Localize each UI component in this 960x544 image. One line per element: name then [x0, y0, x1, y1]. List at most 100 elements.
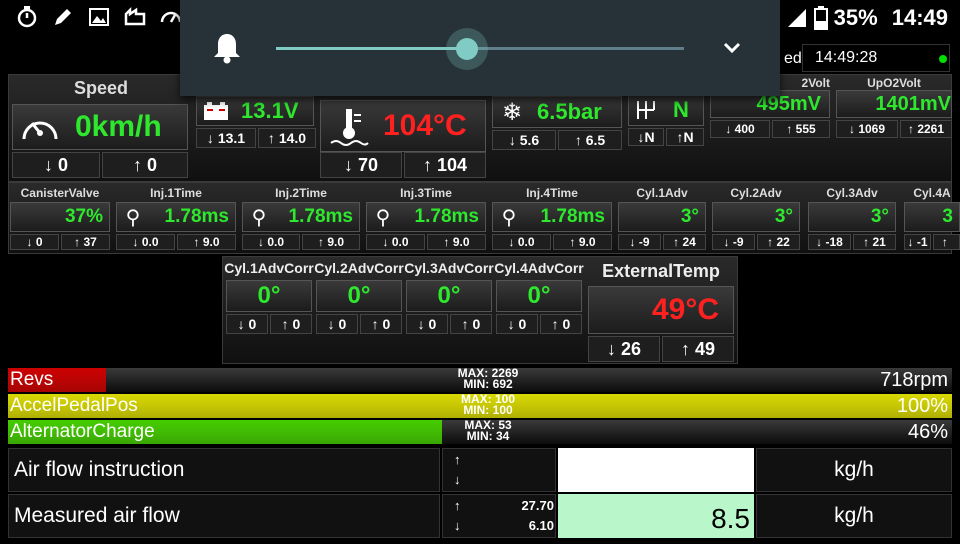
row3-value: 0°	[437, 282, 461, 309]
row2-gauge[interactable]: ⚲ 1.78ms	[242, 202, 360, 232]
row2-gauge[interactable]: 3°	[808, 202, 896, 232]
table-minmax: 27.70 6.10	[521, 498, 554, 533]
upo2volt-max: ↑ 2261	[900, 120, 952, 138]
coolant-gauge[interactable]: 104°C	[320, 100, 486, 152]
row2-value: 3°	[870, 206, 889, 227]
stopwatch-icon	[17, 6, 37, 28]
battery-max: ↑ 14.0	[258, 128, 316, 148]
row2-label: CanisterValve	[20, 186, 100, 200]
injector-icon: ⚲	[375, 206, 391, 229]
row2-gauge[interactable]: ⚲ 1.78ms	[492, 202, 612, 232]
row2-max: ↑ 24	[663, 234, 706, 250]
row2-gauge[interactable]: 3°	[712, 202, 800, 232]
row3-max: ↑ 0	[360, 314, 402, 334]
car-battery-icon	[204, 102, 228, 120]
external-temp-gauge[interactable]: 49°C	[588, 286, 734, 334]
external-temp-value: 49°C	[651, 293, 719, 326]
row3-label: Cyl.3AdvCorr	[404, 260, 494, 276]
coolant-value: 104°C	[383, 109, 467, 142]
row2-gauge[interactable]: 3°	[618, 202, 706, 232]
injector-icon: ⚲	[125, 206, 141, 229]
row3-gauge[interactable]: 0°	[406, 280, 492, 312]
row2-label: Cyl.4A	[913, 186, 951, 200]
row3-gauge[interactable]: 0°	[496, 280, 582, 312]
battery-status-icon	[813, 6, 828, 30]
gear-value: N	[673, 97, 689, 122]
row3-min: ↓ 0	[496, 314, 538, 334]
table-row-label: Air flow instruction	[14, 458, 185, 481]
row3-gauge[interactable]: 0°	[226, 280, 312, 312]
row2-gauge[interactable]: ⚲ 1.78ms	[116, 202, 236, 232]
row2-min: ↓ -18	[808, 234, 851, 250]
connection-indicator	[939, 55, 947, 63]
volume-track-active	[276, 47, 466, 50]
row2-value: 37%	[64, 206, 103, 227]
upo2volt-gauge[interactable]: 1401mV	[836, 90, 952, 118]
gear-gauge[interactable]: N	[628, 94, 704, 126]
row2-gauge[interactable]: ⚲ 1.78ms	[366, 202, 486, 232]
ac-pressure-min: ↓ 5.6	[492, 130, 556, 150]
volume-slider-thumb[interactable]	[456, 38, 478, 60]
volume-panel[interactable]	[180, 0, 780, 96]
bar-name: AccelPedalPos	[10, 395, 138, 416]
row3-max: ↑ 0	[450, 314, 492, 334]
bar-gauge[interactable]: AccelPedalPos MAX: 100 MIN: 100 100%	[8, 392, 952, 418]
status-right: 35% 14:49	[786, 4, 948, 32]
row3-label: Cyl.2AdvCorr	[314, 260, 404, 276]
gear-max: ↑ N	[666, 128, 704, 146]
row2-min: ↓ -9	[618, 234, 661, 250]
row3-value: 0°	[347, 282, 371, 309]
table-row-label: Measured air flow	[14, 504, 180, 527]
row3-label: Cyl.4AdvCorr	[494, 260, 584, 276]
row3-max: ↑ 0	[540, 314, 582, 334]
row2-min: ↓ -1	[904, 234, 931, 250]
row2-gauge[interactable]: 37%	[10, 202, 110, 232]
speed-gauge[interactable]: 0km/h	[12, 104, 188, 150]
row3-value: 0°	[527, 282, 551, 309]
bar-gauge[interactable]: Revs MAX: 2269 MIN: 692 718rpm	[8, 366, 952, 392]
row2-max: ↑ 9.0	[177, 234, 236, 250]
row2-value: 3°	[680, 206, 699, 227]
table-value-cell: 8.5	[558, 494, 754, 538]
image-icon	[89, 8, 109, 26]
app-icon	[124, 6, 146, 26]
upo2volt-value: 1401mV	[875, 92, 951, 115]
battery-gauge[interactable]: 13.1V	[196, 96, 314, 126]
updated-time-box: 14:49:28	[802, 44, 950, 72]
row2-min: ↓ 0	[10, 234, 59, 250]
row2-max: ↑ 9.0	[302, 234, 360, 250]
row2-min: ↓ 0.0	[242, 234, 300, 250]
speed-value: 0km/h	[75, 110, 162, 143]
row2-label: Cyl.1Adv	[636, 186, 688, 200]
row2-label: Inj.1Time	[150, 186, 202, 200]
speedometer-icon	[22, 121, 58, 140]
ac-pressure-value: 6.5bar	[537, 99, 602, 124]
table-unit: kg/h	[834, 504, 874, 527]
row2-label: Inj.3Time	[400, 186, 452, 200]
bell-icon[interactable]	[212, 32, 242, 64]
speedometer-icon	[160, 11, 182, 23]
row3-min: ↓ 0	[406, 314, 448, 334]
chevron-down-icon[interactable]	[722, 40, 742, 56]
row2-gauge[interactable]: 3	[904, 202, 960, 232]
bar-gauge[interactable]: AlternatorCharge MAX: 53 MIN: 34 46%	[8, 419, 952, 444]
row3-min: ↓ 0	[316, 314, 358, 334]
updated-time: 14:49:28	[815, 49, 878, 66]
ac-pressure-gauge[interactable]: ❄ 6.5bar	[492, 96, 622, 128]
upo2volt-min: ↓ 1069	[836, 120, 898, 138]
row2-value: 3°	[774, 206, 793, 227]
table-arrows: ↑ ↓	[454, 452, 461, 487]
bar-minmax: MAX: 100 MIN: 100	[460, 392, 516, 417]
row3-label: Cyl.1AdvCorr	[224, 260, 314, 276]
battery-value: 13.1V	[241, 98, 299, 123]
row3-min: ↓ 0	[226, 314, 268, 334]
bar-minmax: MAX: 2269 MIN: 692	[457, 366, 519, 391]
row2-min: ↓ 0.0	[116, 234, 175, 250]
external-temp-label: ExternalTemp	[602, 261, 720, 281]
row3-gauge[interactable]: 0°	[316, 280, 402, 312]
table-arrows: ↑ ↓	[454, 498, 461, 533]
battery-min: ↓ 13.1	[196, 128, 256, 148]
speed-max: ↑ 0	[102, 152, 188, 178]
volume-track[interactable]	[466, 47, 684, 50]
row2-max: ↑ 9.0	[427, 234, 486, 250]
